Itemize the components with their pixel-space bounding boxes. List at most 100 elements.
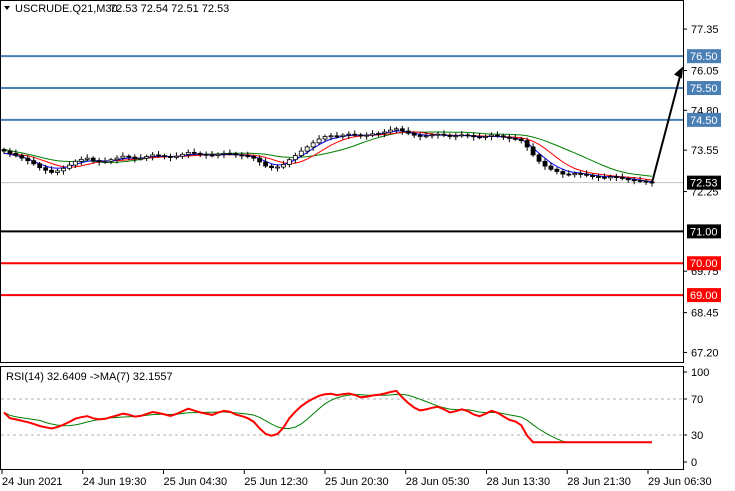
- candle-body: [607, 176, 613, 179]
- price-axis: 77.3576.0574.8073.5572.2569.7568.4567.20: [683, 24, 719, 359]
- candle-body: [619, 176, 625, 179]
- candle-body: [506, 136, 512, 139]
- candle-body: [602, 176, 607, 179]
- candle-body: [269, 165, 274, 169]
- candle-body: [554, 168, 560, 172]
- candle-body: [298, 150, 304, 156]
- level-label: 71.00: [690, 226, 718, 238]
- candle-body: [643, 180, 649, 183]
- candle-body: [72, 160, 78, 166]
- candle-body: [495, 134, 500, 137]
- candle-body: [114, 157, 120, 161]
- candle-body: [393, 128, 399, 131]
- candle-body: [423, 135, 429, 138]
- candle-body: [429, 134, 435, 137]
- candle-body: [132, 156, 138, 160]
- candle-body: [524, 140, 530, 148]
- candle-body: [90, 157, 96, 162]
- candle-body: [55, 170, 60, 173]
- candle-body: [66, 164, 72, 169]
- level-label: 70.00: [690, 258, 718, 270]
- candle-body: [471, 135, 477, 138]
- time-tick-label: 25 Jun 12:30: [244, 476, 308, 488]
- candle-body: [364, 134, 370, 137]
- candle-body: [435, 133, 441, 136]
- time-tick-label: 28 Jun 21:30: [567, 476, 631, 488]
- candle-body: [590, 174, 595, 177]
- candle-body: [286, 159, 292, 165]
- candle-body: [572, 172, 578, 176]
- price-panel-frame: [0, 0, 684, 363]
- candle-body: [459, 134, 465, 137]
- candle-body: [536, 154, 542, 162]
- candle-body: [215, 153, 221, 156]
- rsi-title: RSI(14) 32.6409 ->MA(7) 32.1557: [6, 371, 173, 383]
- candle-body: [584, 173, 590, 176]
- candle-body: [61, 167, 66, 172]
- candle-body: [191, 151, 197, 154]
- rsi-tick-label: 0: [691, 457, 697, 469]
- candle-body: [25, 157, 31, 162]
- candle-body: [596, 176, 601, 178]
- candle-body: [1, 149, 7, 152]
- price-tick-label: 76.05: [691, 65, 719, 77]
- candle-body: [453, 135, 459, 138]
- candle-body: [560, 171, 566, 175]
- candle-body: [120, 155, 126, 159]
- candle-body: [548, 165, 554, 170]
- candle-body: [275, 166, 280, 169]
- rsi-axis: 100 70 30 0: [683, 367, 709, 469]
- price-tick-label: 67.20: [691, 347, 719, 359]
- level-labels: 76.50 75.50 74.50 72.53 71.00 70.00 69.00: [687, 49, 721, 303]
- candle-body: [376, 132, 381, 135]
- candle-body: [185, 151, 191, 155]
- candle-body: [346, 133, 352, 136]
- candle-body: [257, 157, 263, 163]
- price-tick-label: 77.35: [691, 24, 719, 36]
- candle-body: [310, 142, 316, 148]
- chart-canvas[interactable]: 77.3576.0574.8073.5572.2569.7568.4567.20…: [0, 0, 735, 491]
- candle-body: [352, 133, 358, 136]
- candle-body: [322, 136, 328, 140]
- candle-body: [483, 136, 488, 138]
- candle-body: [150, 154, 156, 157]
- candle-body: [334, 135, 340, 138]
- header: USCRUDE.Q21,M30 72.53 72.54 72.51 72.53: [4, 3, 229, 15]
- time-tick-label: 25 Jun 04:30: [164, 476, 228, 488]
- candle-body: [37, 163, 43, 169]
- candle-body: [340, 134, 346, 137]
- candle-body: [203, 153, 209, 156]
- time-tick-label: 24 Jun 2021: [2, 476, 63, 488]
- time-tick-label: 28 Jun 13:30: [487, 476, 551, 488]
- candle-body: [388, 129, 393, 133]
- level-label: 72.53: [690, 178, 718, 190]
- candle-body: [49, 169, 54, 173]
- rsi-tick-label: 30: [691, 430, 703, 442]
- candle-body: [411, 132, 417, 136]
- candle-body: [613, 176, 619, 178]
- candle-body: [382, 131, 387, 134]
- candle-body: [162, 155, 167, 157]
- candle-body: [7, 150, 13, 154]
- candle-body: [441, 133, 447, 136]
- candle-body: [500, 135, 506, 138]
- candle-body: [221, 152, 227, 155]
- candle-body: [209, 154, 215, 157]
- candle-body: [227, 152, 233, 155]
- candle-body: [263, 161, 268, 167]
- candle-body: [239, 154, 245, 157]
- candle-body: [102, 160, 108, 163]
- level-label: 76.50: [690, 51, 718, 63]
- candle-body: [96, 160, 102, 163]
- price-tick-label: 73.55: [691, 145, 719, 157]
- candle-body: [358, 134, 364, 137]
- candle-body: [518, 138, 524, 141]
- candle-body: [465, 134, 471, 137]
- candle-body: [78, 158, 84, 162]
- candle-body: [108, 159, 114, 162]
- candle-body: [328, 135, 334, 138]
- candle-body: [233, 153, 239, 156]
- time-axis: 24 Jun 2021 24 Jun 19:30 25 Jun 04:30 25 Ju…: [1, 470, 712, 488]
- candle-body: [530, 146, 536, 156]
- candle-body: [13, 152, 19, 156]
